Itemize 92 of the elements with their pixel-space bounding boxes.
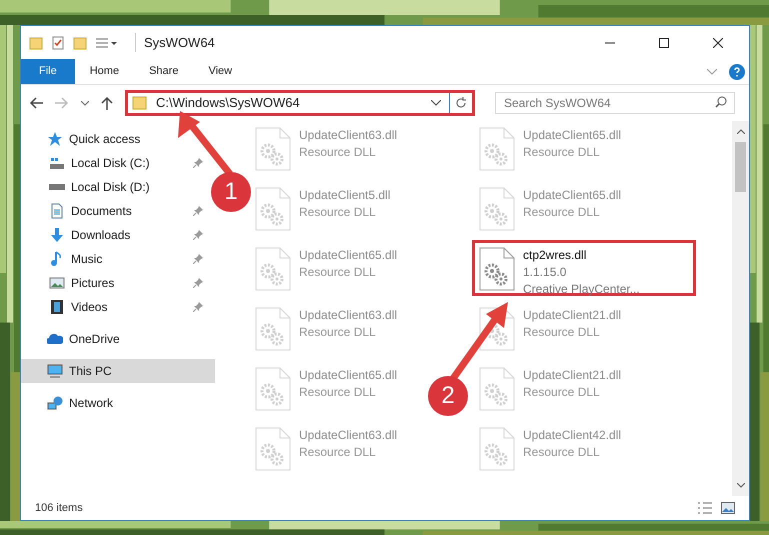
document-icon — [49, 203, 65, 219]
file-type: Resource DLL — [523, 384, 601, 401]
pin-icon[interactable] — [193, 254, 203, 264]
close-icon — [713, 38, 723, 48]
file-name: UpdateClient65.dll — [299, 247, 398, 264]
file-name: UpdateClient42.dll — [523, 427, 622, 444]
dll-file-icon — [255, 187, 291, 231]
dll-file-icon — [255, 247, 291, 291]
dll-file-icon — [255, 307, 291, 351]
file-name: UpdateClient5.dll — [299, 187, 390, 204]
file-item[interactable]: ctp2wres.dll 1.1.15.0 Creative PlayCenter... — [472, 240, 696, 296]
file-name: UpdateClient63.dll — [299, 307, 398, 324]
properties-icon[interactable] — [51, 36, 65, 50]
ribbon-tab[interactable]: View — [193, 59, 248, 84]
film-icon — [49, 299, 65, 315]
scroll-up-icon[interactable] — [736, 129, 744, 134]
recent-dropdown-icon[interactable] — [81, 100, 89, 106]
file-name: UpdateClient63.dll — [299, 127, 398, 144]
dropdown-icon[interactable] — [431, 100, 441, 106]
dll-file-icon — [255, 427, 291, 471]
scrollbar[interactable] — [732, 121, 749, 496]
down-arrow-icon — [49, 227, 65, 243]
sidebar-item[interactable]: Downloads — [21, 223, 207, 247]
minimize-icon — [605, 42, 615, 44]
dll-file-icon — [479, 367, 515, 411]
pin-icon[interactable] — [193, 230, 203, 240]
scroll-down-icon[interactable] — [736, 483, 744, 488]
search-field[interactable]: Search SysWOW64 — [495, 92, 735, 114]
sidebar-item[interactable]: Music — [21, 247, 207, 271]
maximize-icon — [659, 38, 669, 48]
search-icon — [715, 96, 727, 108]
file-type: Resource DLL — [299, 204, 377, 221]
details-view-icon[interactable] — [697, 502, 713, 514]
pin-icon[interactable] — [193, 158, 203, 168]
dll-file-icon — [255, 127, 291, 171]
file-name: UpdateClient63.dll — [299, 427, 398, 444]
file-tab[interactable]: File — [21, 59, 75, 84]
file-name: UpdateClient21.dll — [523, 307, 622, 324]
sidebar-item[interactable]: Local Disk (C:) — [21, 151, 207, 175]
file-type: Resource DLL — [523, 204, 601, 221]
file-name: UpdateClient65.dll — [523, 187, 622, 204]
sidebar-item[interactable]: Documents — [21, 199, 207, 223]
drive-icon — [49, 184, 65, 190]
up-arrow-icon[interactable] — [101, 96, 113, 110]
sidebar-item[interactable]: Local Disk (D:) — [21, 175, 207, 199]
dll-file-icon — [479, 427, 515, 471]
drive-icon — [49, 155, 65, 171]
back-arrow-icon[interactable] — [29, 97, 43, 109]
ribbon-tab[interactable]: Share — [134, 59, 194, 84]
pin-icon[interactable] — [193, 206, 203, 216]
sidebar-item[interactable]: Pictures — [21, 271, 207, 295]
file-type: Resource DLL — [299, 444, 377, 461]
large-icons-view-icon[interactable] — [721, 502, 735, 514]
file-name: UpdateClient65.dll — [523, 127, 622, 144]
dll-file-icon — [479, 247, 515, 291]
file-name: UpdateClient65.dll — [299, 367, 398, 384]
help-icon[interactable] — [729, 64, 745, 80]
monitor-icon — [47, 363, 63, 379]
dll-file-icon — [479, 127, 515, 171]
sidebar-item[interactable]: Network — [21, 391, 215, 415]
address-field[interactable]: C:\Windows\SysWOW64 — [125, 90, 475, 116]
dll-file-icon — [479, 187, 515, 231]
star-icon — [47, 131, 63, 147]
file-type: Resource DLL — [523, 444, 601, 461]
sidebar-item[interactable]: This PC — [21, 359, 215, 383]
folder-icon — [132, 96, 148, 110]
file-type: Resource DLL — [299, 264, 377, 281]
pin-icon[interactable] — [193, 278, 203, 288]
sidebar-item[interactable]: OneDrive — [21, 327, 215, 351]
file-name: ctp2wres.dll — [523, 247, 588, 264]
expand-ribbon-icon[interactable] — [707, 68, 717, 74]
dll-file-icon — [255, 367, 291, 411]
window-title: SysWOW64 — [135, 32, 215, 52]
file-name: UpdateClient21.dll — [523, 367, 622, 384]
refresh-icon[interactable] — [455, 97, 467, 109]
pin-icon[interactable] — [193, 302, 203, 312]
file-type: 1.1.15.0 — [523, 264, 568, 281]
item-count: 106 items — [35, 500, 83, 516]
file-type: Resource DLL — [299, 324, 377, 341]
file-description: Creative PlayCenter... — [523, 281, 640, 298]
customize-dropdown-icon[interactable] — [95, 36, 119, 50]
sidebar-item[interactable]: Videos — [21, 295, 207, 319]
picture-icon — [49, 275, 65, 291]
cloud-icon — [47, 331, 63, 347]
ribbon-tab[interactable]: Home — [74, 59, 134, 84]
file-type: Resource DLL — [299, 144, 377, 161]
sidebar-item[interactable]: Quick access — [21, 127, 215, 151]
network-icon — [47, 395, 63, 411]
file-type: Resource DLL — [523, 324, 601, 341]
file-type: Resource DLL — [299, 384, 377, 401]
file-type: Resource DLL — [523, 144, 601, 161]
scroll-thumb[interactable] — [735, 142, 746, 192]
